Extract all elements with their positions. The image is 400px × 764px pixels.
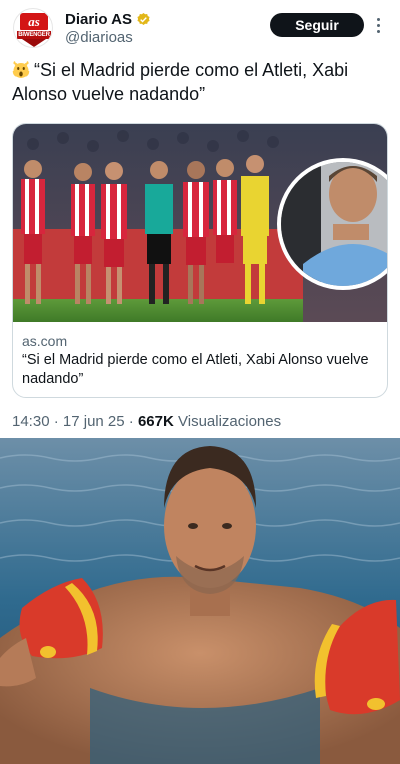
scream-emoji-icon (12, 61, 30, 78)
shield-icon (22, 39, 46, 47)
card-domain[interactable]: as.com (22, 333, 67, 349)
link-card[interactable]: as.com “Si el Madrid pierde como el Atle… (12, 123, 388, 398)
avatar-logo-subtext: BIWENGER (17, 31, 51, 39)
tweet-body: “Si el Madrid pierde como el Atleti, Xab… (12, 60, 349, 104)
tweet-header: as BIWENGER Diario AS @diarioas Seguir (0, 0, 400, 56)
verified-badge-icon (137, 12, 150, 25)
card-title[interactable]: “Si el Madrid pierde como el Atleti, Xab… (22, 351, 382, 389)
meta-separator: · (53, 413, 59, 430)
views-label: Visualizaciones (178, 413, 282, 430)
display-name[interactable]: Diario AS (65, 11, 132, 28)
tweet-date[interactable]: 17 jun 25 (63, 413, 125, 430)
swimmer-photo (0, 438, 400, 764)
tweet-meta: 14:30 · 17 jun 25 · 667K Visualizaciones (12, 413, 281, 430)
meta-separator-2: · (128, 413, 134, 430)
avatar-logo-text: as (20, 13, 48, 30)
media-photo[interactable] (0, 438, 400, 764)
tweet-text: “Si el Madrid pierde como el Atleti, Xab… (12, 58, 392, 106)
tweet-time[interactable]: 14:30 (12, 413, 50, 430)
views-count: 667K (137, 413, 174, 430)
follow-button[interactable]: Seguir (270, 13, 364, 37)
handle[interactable]: @diarioas (65, 29, 133, 46)
avatar[interactable]: as BIWENGER (13, 8, 53, 48)
more-options-icon[interactable] (372, 14, 384, 36)
name-row: Diario AS (65, 10, 151, 28)
football-photo (13, 124, 387, 322)
card-image[interactable] (13, 124, 387, 322)
